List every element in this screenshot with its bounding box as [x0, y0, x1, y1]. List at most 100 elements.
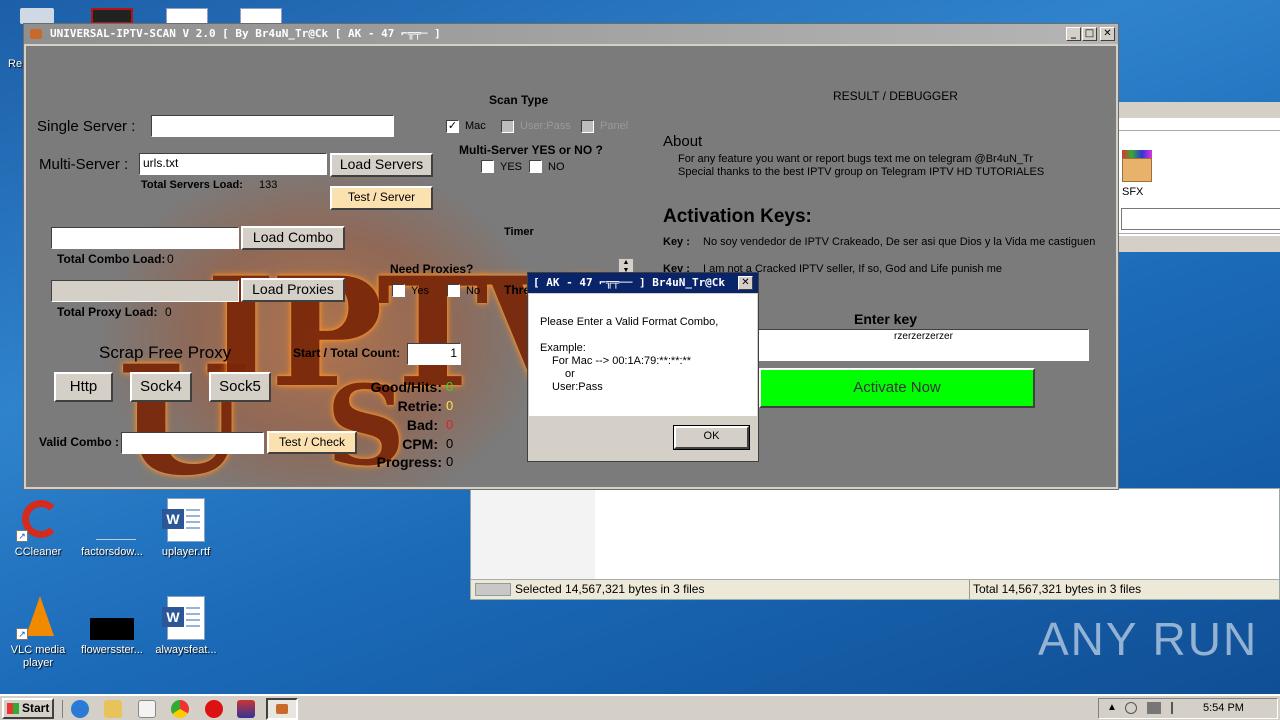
winrar-icon[interactable]: [237, 700, 255, 718]
icon-label: flowersster...: [81, 644, 143, 656]
desktop-icon-ccleaner[interactable]: ↗ CCleaner: [0, 498, 76, 559]
sock4-button[interactable]: Sock4: [130, 372, 192, 402]
windows-flag-icon: [7, 703, 19, 714]
multi-yes-label: YES: [500, 161, 523, 173]
document-icon[interactable]: [166, 8, 208, 24]
tray-expand-icon[interactable]: ▲: [1107, 702, 1117, 713]
single-server-input[interactable]: [151, 115, 394, 137]
key1-label: Key :: [663, 236, 690, 248]
multi-server-input[interactable]: urls.txt: [139, 153, 327, 175]
app-icon: [30, 29, 42, 39]
dialog-close-button[interactable]: ✕: [738, 276, 753, 290]
message-dialog: [ AK - 47 ⌐╦╤── ] Br4uN_Tr@Ck ✕ Please E…: [527, 272, 759, 462]
multi-no-checkbox[interactable]: [529, 160, 542, 173]
scan-userpass-checkbox[interactable]: [501, 120, 514, 133]
proxy-yes-checkbox[interactable]: [392, 284, 405, 297]
internet-explorer-icon[interactable]: [71, 700, 89, 718]
opera-icon[interactable]: [205, 700, 223, 718]
window-title: UNIVERSAL-IPTV-SCAN V 2.0 [ By Br4uN_Tr@…: [50, 27, 441, 40]
test-server-button[interactable]: Test / Server: [330, 186, 433, 210]
multi-server-label: Multi-Server :: [39, 156, 129, 173]
background-explorer-window: Selected 14,567,321 bytes in 3 files Tot…: [470, 488, 1280, 600]
status-bar: Selected 14,567,321 bytes in 3 files Tot…: [471, 579, 1279, 599]
stat-cpm-label: CPM:: [402, 436, 438, 452]
combo-input[interactable]: [51, 227, 239, 249]
status-selected: Selected 14,567,321 bytes in 3 files: [515, 582, 705, 596]
drive-icon: [475, 583, 511, 596]
activation-keys-title: Activation Keys:: [663, 206, 812, 227]
blank-file-icon: [96, 520, 136, 540]
proxy-no-checkbox[interactable]: [447, 284, 460, 297]
taskbar: Start ▲ 5:54 PM: [0, 694, 1280, 720]
sfx-archive-icon[interactable]: [1122, 150, 1152, 182]
vlc-cone-icon: [26, 596, 54, 636]
stat-retrie-label: Retrie:: [397, 398, 442, 414]
multi-no-label: NO: [548, 161, 565, 173]
http-button[interactable]: Http: [54, 372, 113, 402]
volume-icon[interactable]: [1125, 702, 1137, 714]
start-total-input[interactable]: 1: [407, 343, 461, 365]
dialog-line-4: or: [565, 368, 575, 380]
app-shortcut-icon[interactable]: [91, 8, 133, 24]
maximize-button[interactable]: □: [1082, 27, 1097, 41]
start-button[interactable]: Start: [2, 698, 54, 719]
scan-mac-label: Mac: [465, 120, 486, 132]
activate-now-button[interactable]: Activate Now: [759, 368, 1035, 408]
black-file-icon: [90, 618, 134, 640]
flag-icon[interactable]: [1171, 702, 1183, 714]
dialog-line-5: User:Pass: [552, 381, 603, 393]
stat-bad-label: Bad:: [406, 417, 438, 433]
shortcut-arrow-icon: ↗: [16, 530, 28, 542]
icon-label: alwaysfeat...: [155, 644, 217, 656]
desktop-icon-vlc[interactable]: ↗ VLC media player: [0, 596, 76, 670]
chrome-icon[interactable]: [171, 700, 189, 718]
window-titlebar: UNIVERSAL-IPTV-SCAN V 2.0 [ By Br4uN_Tr@…: [24, 24, 1118, 44]
scan-mac-checkbox[interactable]: ✓: [446, 120, 459, 133]
stat-good-value: 0: [446, 379, 454, 394]
stat-cpm-value: 0: [446, 436, 454, 451]
test-check-button[interactable]: Test / Check: [267, 431, 357, 454]
dialog-titlebar: [ AK - 47 ⌐╦╤── ] Br4uN_Tr@Ck ✕: [528, 273, 758, 293]
about-line-1: For any feature you want or report bugs …: [678, 153, 1033, 165]
background-file-manager: SFX: [1118, 102, 1280, 252]
start-label: Start: [22, 701, 50, 715]
minimize-button[interactable]: _: [1066, 27, 1081, 41]
word-document-icon: W: [162, 596, 205, 640]
desktop-icon-uplayer[interactable]: W uplayer.rtf: [148, 498, 224, 559]
iptv-app-icon: [276, 704, 288, 714]
recycle-bin-icon[interactable]: [20, 8, 54, 24]
scan-userpass-label: User:Pass: [520, 120, 571, 132]
explorer-folder-icon[interactable]: [104, 700, 122, 718]
desktop-edge-label: Re: [8, 58, 23, 70]
icon-label: factorsdow...: [81, 546, 143, 558]
total-combo-value: 0: [167, 252, 174, 266]
valid-combo-input[interactable]: [121, 432, 264, 454]
system-tray: ▲ 5:54 PM: [1098, 698, 1278, 719]
total-servers-label: Total Servers Load:: [141, 179, 243, 191]
load-combo-button[interactable]: Load Combo: [241, 226, 345, 250]
network-icon[interactable]: [1147, 702, 1161, 714]
scan-type-label: Scan Type: [489, 93, 549, 107]
media-player-icon[interactable]: [138, 700, 156, 718]
stat-good-label: Good/Hits:: [370, 379, 442, 395]
document-icon[interactable]: [240, 8, 282, 24]
taskbar-app-button[interactable]: [266, 698, 298, 720]
word-document-icon: W: [162, 498, 205, 542]
scan-panel-checkbox[interactable]: [581, 120, 594, 133]
desktop-icon-factorsdow[interactable]: factorsdow...: [74, 498, 150, 559]
stat-progress-value: 0: [446, 454, 454, 469]
desktop-icon-flowersster[interactable]: flowersster...: [74, 596, 150, 657]
proxy-yes-label: Yes: [411, 285, 429, 297]
multi-yes-checkbox[interactable]: [481, 160, 494, 173]
clock-time[interactable]: 5:54 PM: [1203, 702, 1244, 714]
sock5-button[interactable]: Sock5: [209, 372, 271, 402]
dialog-body: Please Enter a Valid Format Combo, Examp…: [529, 294, 757, 416]
close-button[interactable]: ✕: [1100, 27, 1115, 41]
proxy-input[interactable]: [51, 280, 239, 302]
load-proxies-button[interactable]: Load Proxies: [241, 278, 345, 302]
dialog-ok-button[interactable]: OK: [673, 425, 750, 450]
enter-key-input[interactable]: rzerzerzerzer: [758, 329, 1089, 361]
desktop-icon-alwaysfeat[interactable]: W alwaysfeat...: [148, 596, 224, 657]
stat-retrie-value: 0: [446, 398, 454, 413]
load-servers-button[interactable]: Load Servers: [330, 153, 433, 177]
